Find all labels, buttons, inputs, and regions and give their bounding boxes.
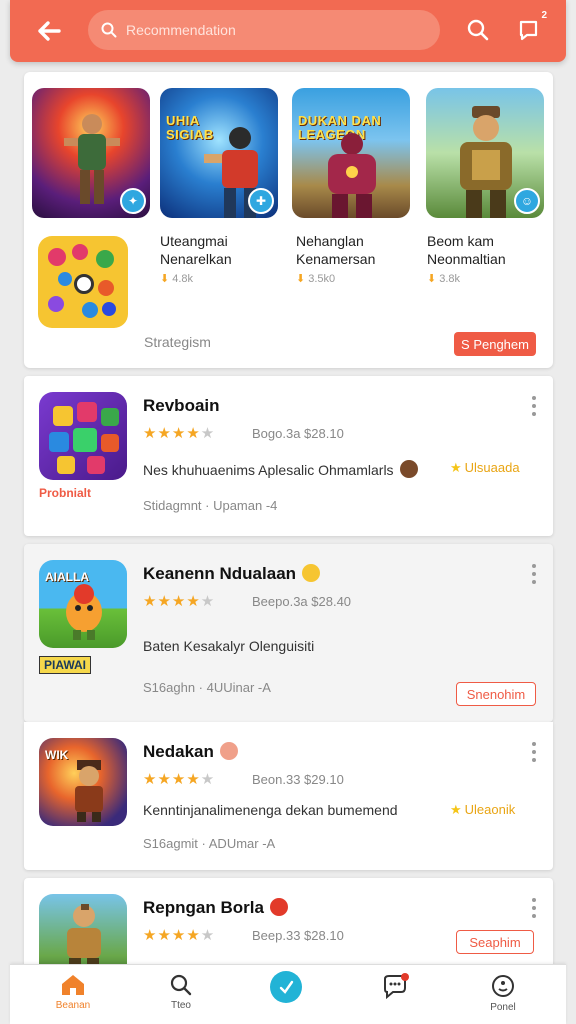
chat-icon [384, 973, 409, 999]
app-tagline: ★ Uleaonik [450, 802, 515, 818]
app-icon[interactable]: WIK [39, 738, 127, 826]
search-icon [170, 974, 192, 996]
app-description: Baten Kesakalyr Olenguisiti [143, 638, 315, 654]
featured-app-meta: ⬇ 3.8k [427, 272, 460, 285]
more-options-icon[interactable] [529, 396, 539, 416]
rating-stars: ★★★★★ [143, 425, 216, 442]
rating-stars: ★★★★★ [143, 927, 216, 944]
featured-thumb-2[interactable]: UHIA SIGIAB ✚ [160, 88, 278, 218]
app-title[interactable]: Revboain [143, 396, 220, 416]
featured-app-meta-text: 3.8k [439, 273, 461, 285]
pirate-character-icon [75, 760, 103, 822]
twitter-icon: ✦ [120, 188, 146, 214]
app-title[interactable]: Repngan Borla [143, 898, 288, 918]
search-input[interactable] [126, 22, 426, 38]
featured-app-name[interactable]: Beom kam Neonmaltian [427, 232, 506, 268]
star-icon: ★ [450, 802, 462, 817]
featured-app-name[interactable]: Nehanglan Kenamersan [296, 232, 375, 268]
app-footer: S16aghn · 4UUinar -A [143, 680, 271, 695]
nav-chat[interactable] [360, 973, 430, 999]
nav-profile[interactable]: Ponel [468, 973, 538, 1013]
app-footer: S16agmit · ADUmar -A [143, 836, 276, 851]
nav-home[interactable]: Beanan [38, 973, 108, 1011]
smiley-emoji-icon [302, 564, 321, 582]
app-title[interactable]: Nedakan [143, 742, 238, 762]
magnifier-icon [467, 19, 489, 41]
nav-center[interactable] [251, 969, 321, 1005]
featured-app-meta-text: 3.5k0 [308, 273, 336, 285]
app-meta: Beepo.3a $28.40 [252, 594, 352, 609]
nav-profile-label: Ponel [490, 1002, 516, 1013]
app-list-item[interactable]: AIALLA PIAWAI Keanenn Ndualaan ★★★★★ Bee… [24, 544, 553, 722]
app-meta: Bogo.3a $28.10 [252, 426, 344, 441]
featured-section: ✦ UHIA SIGIAB ✚ DUKAN DAN LEAGEON ☺ Utea… [24, 72, 553, 368]
red-badge-icon [269, 898, 288, 916]
download-icon: ⬇ [160, 273, 170, 285]
featured-app-meta: ⬇ 3.5k0 [296, 272, 335, 285]
compose-icon [270, 971, 302, 1003]
featured-app-meta-text: 4.8k [172, 273, 194, 285]
game-icon: ☺ [514, 188, 540, 214]
app-footer: Stidagmnt · Upaman -4 [143, 498, 278, 513]
more-options-icon[interactable] [529, 742, 539, 762]
app-meta: Beep.33 $28.10 [252, 928, 344, 943]
star-icon: ★ [450, 460, 462, 475]
notification-count: 2 [541, 10, 547, 21]
app-tagline-text: Ulsuaada [464, 460, 520, 475]
featured-category-label: Strategism [144, 334, 211, 350]
rating-stars: ★★★★★ [143, 593, 216, 610]
app-meta: Beon.33 $29.10 [252, 772, 344, 787]
featured-thumb-4[interactable]: ☺ [426, 88, 544, 218]
nav-search-label: Tteo [170, 1000, 191, 1011]
nav-search[interactable]: Tteo [146, 973, 216, 1011]
app-title-text: Nedakan [143, 742, 214, 761]
featured-action-button[interactable]: S Penghem [454, 332, 536, 356]
app-tagline-text: Uleaonik [464, 802, 516, 817]
featured-app-name[interactable]: Uteangmai Nenarelkan [160, 232, 232, 268]
notifications-button[interactable]: 2 [516, 10, 547, 44]
bottom-navigation: Beanan Tteo Ponel [10, 964, 566, 1024]
more-options-icon[interactable] [529, 564, 539, 584]
app-action-button[interactable]: Seaphim [456, 930, 534, 954]
search-icon [101, 22, 117, 38]
nav-home-label: Beanan [55, 1000, 91, 1011]
app-icon[interactable] [39, 392, 127, 480]
app-description-text: Nes khuhuaenims Aplesalic Ohmamlarls [143, 462, 394, 478]
hero-figure-icon [64, 114, 120, 204]
puzzle-app-icon[interactable] [38, 236, 128, 328]
app-title-text: Repngan Borla [143, 898, 264, 917]
app-icon[interactable]: AIALLA [39, 560, 127, 648]
chick-character-icon [66, 584, 102, 640]
app-sub-logo: Probnialt [39, 486, 92, 500]
download-icon: ⬇ [296, 273, 306, 285]
app-title-text: Keanenn Ndualaan [143, 564, 297, 583]
app-sub-logo: PIAWAI [39, 656, 92, 674]
featured-app-meta: ⬇ 4.8k [160, 272, 193, 285]
app-list-item[interactable]: WIK Nedakan ★★★★★ Beon.33 $29.10 Kenntin… [24, 722, 553, 870]
profile-icon [492, 975, 514, 997]
back-button[interactable] [32, 14, 66, 48]
app-title[interactable]: Keanenn Ndualaan [143, 564, 321, 584]
home-icon [62, 975, 84, 995]
search-button[interactable] [464, 16, 492, 44]
avatar-emoji-icon [399, 460, 418, 478]
rating-stars: ★★★★★ [143, 771, 216, 788]
app-action-button[interactable]: Snenohim [456, 682, 536, 706]
armored-hero-icon [328, 133, 376, 218]
puzzle-icon: ✚ [248, 188, 274, 214]
app-tagline: ★ Ulsuaada [450, 460, 520, 476]
app-list-item[interactable]: Probnialt Revboain ★★★★★ Bogo.3a $28.10 … [24, 376, 553, 536]
app-list-item[interactable]: Repngan Borla ★★★★★ Beep.33 $28.10 Seaph… [24, 878, 553, 978]
featured-thumb-3[interactable]: DUKAN DAN LEAGEON [292, 88, 410, 218]
download-icon: ⬇ [427, 273, 437, 285]
more-options-icon[interactable] [529, 898, 539, 918]
app-description: Nes khuhuaenims Aplesalic Ohmamlarls [143, 460, 443, 478]
chat-bubble-icon [519, 20, 538, 41]
back-arrow-icon [38, 21, 61, 41]
featured-thumb-1[interactable]: ✦ [32, 88, 150, 218]
top-app-bar: 2 [10, 0, 566, 62]
face-emoji-icon [219, 742, 238, 760]
app-description: Kenntinjanalimenenga dekan bumemend [143, 802, 398, 818]
search-bar[interactable] [88, 10, 440, 50]
